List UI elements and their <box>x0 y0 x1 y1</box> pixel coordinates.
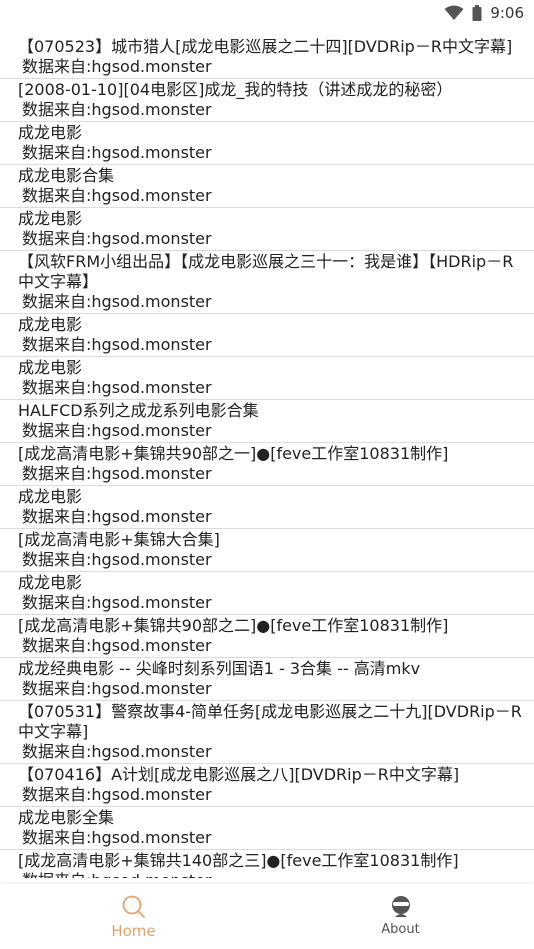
nav-home-label: Home <box>111 922 156 940</box>
list-item-title: 成龙电影 <box>18 123 83 142</box>
about-avatar-icon <box>391 896 410 917</box>
list-item-title: [2008-01-10][04电影区]成龙_我的特技（讲述成龙的秘密） <box>18 80 453 99</box>
list-item-title: 成龙电影 <box>18 487 83 506</box>
list-item-source: 数据来自:hgsod.monster <box>22 229 212 248</box>
list-item[interactable]: [成龙高清电影+集锦共90部之一]●[feve工作室10831制作] 数据来自:h… <box>0 443 534 486</box>
list-item-source: 数据来自:hgsod.monster <box>22 593 212 612</box>
list-item-source: 数据来自:hgsod.monster <box>22 550 212 569</box>
list-item[interactable]: [2008-01-10][04电影区]成龙_我的特技（讲述成龙的秘密） 数据来自:… <box>0 79 534 122</box>
list-item[interactable]: 成龙电影 数据来自:hgsod.monster <box>0 572 534 615</box>
list-item[interactable]: 成龙电影合集 数据来自:hgsod.monster <box>0 165 534 208</box>
status-bar: 9:06 <box>0 0 534 30</box>
battery-icon <box>472 5 482 21</box>
nav-about-label: About <box>381 922 420 937</box>
list-item[interactable]: [成龙高清电影+集锦大合集] 数据来自:hgsod.monster <box>0 529 534 572</box>
list-item-title: [成龙高清电影+集锦大合集] <box>18 530 220 549</box>
nav-tab-about[interactable]: About <box>267 884 534 949</box>
list-item-source: 数据来自:hgsod.monster <box>18 871 524 878</box>
list-item[interactable]: 成龙电影 数据来自:hgsod.monster <box>0 122 534 165</box>
list-item-title: 【070523】城市猎人[成龙电影巡展之二十四][DVDRip－R中文字幕] <box>18 37 513 56</box>
list-item[interactable]: 成龙经典电影 -- 尖峰时刻系列国语1 - 3合集 -- 高清mkv 数据来自:h… <box>0 658 534 701</box>
list-item-title: 成龙经典电影 -- 尖峰时刻系列国语1 - 3合集 -- 高清mkv <box>18 659 421 678</box>
list-item-source: 数据来自:hgsod.monster <box>22 378 212 397</box>
list-item-source: 数据来自:hgsod.monster <box>22 100 212 119</box>
list-item[interactable]: 【070531】警察故事4-简单任务[成龙电影巡展之二十九][DVDRip－R中… <box>0 701 534 764</box>
list-item-source: 数据来自:hgsod.monster <box>22 292 212 311</box>
list-item-title: 成龙电影 <box>18 358 83 377</box>
list-item-source: 数据来自:hgsod.monster <box>22 186 212 205</box>
wifi-icon <box>444 5 464 20</box>
list-item-title: 成龙电影全集 <box>18 808 115 827</box>
list-item[interactable]: HALFCD系列之成龙系列电影合集 数据来自:hgsod.monster <box>0 400 534 443</box>
list-item-title: 成龙电影 <box>18 209 83 228</box>
list-item[interactable]: 【070416】A计划[成龙电影巡展之八][DVDRip－R中文字幕] 数据来自:… <box>0 764 534 807</box>
list-item[interactable]: 成龙电影 数据来自:hgsod.monster <box>0 208 534 251</box>
list-item-source: 数据来自:hgsod.monster <box>22 679 212 698</box>
list-item-title: HALFCD系列之成龙系列电影合集 <box>18 401 259 420</box>
list-item-title: 【风软FRM小组出品】【成龙电影巡展之三十一：我是谁】【HDRip－R中文字幕】 <box>18 252 514 291</box>
list-item[interactable]: 成龙电影 数据来自:hgsod.monster <box>0 314 534 357</box>
list-item[interactable]: [成龙高清电影+集锦共140部之三]●[feve工作室10831制作]数据来自:… <box>0 850 534 878</box>
list-item-source: 数据来自:hgsod.monster <box>22 507 212 526</box>
nav-tab-home[interactable]: Home <box>0 884 267 949</box>
status-icons: 9:06 <box>444 4 524 22</box>
list-item-title: [成龙高清电影+集锦共90部之二]●[feve工作室10831制作] <box>18 616 449 635</box>
bottom-navigation: Home About <box>0 884 534 949</box>
list-item[interactable]: 成龙电影全集 数据来自:hgsod.monster <box>0 807 534 850</box>
list-item-title: 【070531】警察故事4-简单任务[成龙电影巡展之二十九][DVDRip－R中… <box>18 702 522 741</box>
list-item-source: 数据来自:hgsod.monster <box>22 828 212 847</box>
list-item[interactable]: 【风软FRM小组出品】【成龙电影巡展之三十一：我是谁】【HDRip－R中文字幕】… <box>0 251 534 314</box>
list-item-title: [成龙高清电影+集锦共90部之一]●[feve工作室10831制作] <box>18 444 449 463</box>
list-item[interactable]: 成龙电影 数据来自:hgsod.monster <box>0 357 534 400</box>
list-item-source: 数据来自:hgsod.monster <box>22 464 212 483</box>
list-item-source: 数据来自:hgsod.monster <box>22 335 212 354</box>
list-item-title: [成龙高清电影+集锦共140部之三]●[feve工作室10831制作] <box>18 851 459 870</box>
list-item-source: 数据来自:hgsod.monster <box>22 143 212 162</box>
list-item-title: 成龙电影合集 <box>18 166 115 185</box>
list-item-source: 数据来自:hgsod.monster <box>22 57 212 76</box>
list-item[interactable]: [成龙高清电影+集锦共90部之二]●[feve工作室10831制作] 数据来自:h… <box>0 615 534 658</box>
search-icon <box>122 895 145 918</box>
list-item-source: 数据来自:hgsod.monster <box>22 636 212 655</box>
status-time: 9:06 <box>490 4 524 22</box>
list-item-source: 数据来自:hgsod.monster <box>22 785 212 804</box>
list-item-source: 数据来自:hgsod.monster <box>22 742 212 761</box>
list-item-title: 成龙电影 <box>18 315 83 334</box>
list-item-title: 成龙电影 <box>18 573 83 592</box>
result-list[interactable]: 【070523】城市猎人[成龙电影巡展之二十四][DVDRip－R中文字幕] 数据… <box>0 36 534 878</box>
list-item-title: 【070416】A计划[成龙电影巡展之八][DVDRip－R中文字幕] <box>18 765 460 784</box>
list-item[interactable]: 【070523】城市猎人[成龙电影巡展之二十四][DVDRip－R中文字幕] 数据… <box>0 36 534 79</box>
list-item[interactable]: 成龙电影 数据来自:hgsod.monster <box>0 486 534 529</box>
list-item-source: 数据来自:hgsod.monster <box>22 421 212 440</box>
